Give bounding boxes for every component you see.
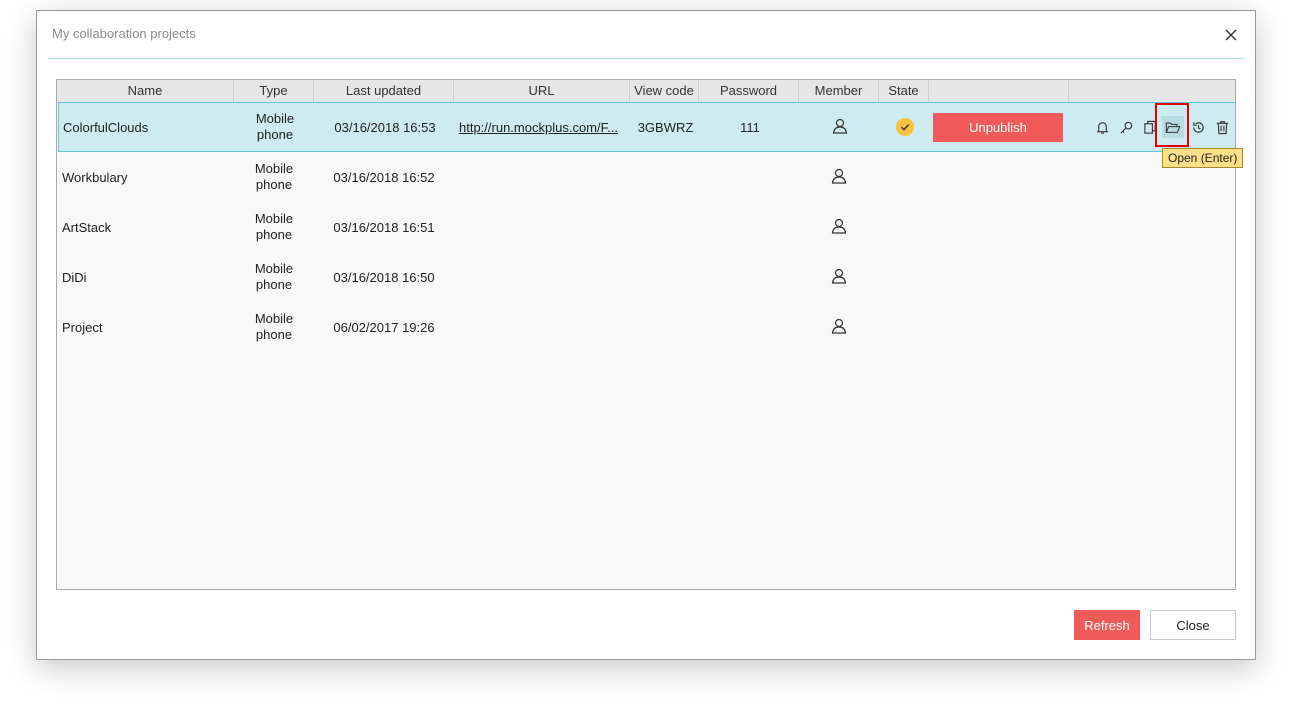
col-view-code[interactable]: View code (630, 80, 699, 102)
col-url[interactable]: URL (454, 80, 630, 102)
col-state[interactable]: State (879, 80, 929, 102)
member-icon[interactable] (831, 168, 847, 187)
table-row[interactable]: Project Mobile phone 06/02/2017 19:26 (57, 302, 1235, 352)
project-name: ColorfulClouds (63, 119, 149, 135)
last-updated: 03/16/2018 16:52 (333, 169, 435, 185)
close-button[interactable]: Close (1150, 610, 1236, 640)
view-code: 3GBWRZ (637, 119, 694, 135)
projects-table: Name Type Last updated URL View code Pas… (56, 79, 1236, 590)
member-icon[interactable] (832, 118, 848, 137)
dialog-title: My collaboration projects (52, 26, 196, 41)
open-tooltip: Open (Enter) (1162, 148, 1244, 168)
project-type: Mobile phone (255, 111, 295, 142)
collaboration-dialog: My collaboration projects Name Type Last… (36, 10, 1256, 660)
project-name: DiDi (62, 269, 87, 285)
copy-icon[interactable] (1141, 118, 1159, 136)
table-row[interactable]: DiDi Mobile phone 03/16/2018 16:50 (57, 252, 1235, 302)
project-name: Project (62, 319, 103, 335)
table-header: Name Type Last updated URL View code Pas… (57, 80, 1235, 103)
member-icon[interactable] (831, 268, 847, 287)
table-row[interactable]: ArtStack Mobile phone 03/16/2018 16:51 (57, 202, 1235, 252)
close-icon[interactable] (1221, 25, 1241, 45)
table-row[interactable]: Workbulary Mobile phone 03/16/2018 16:52 (57, 152, 1235, 202)
project-type: Mobile phone (254, 261, 294, 292)
col-tools (1069, 80, 1235, 102)
last-updated: 06/02/2017 19:26 (333, 319, 435, 335)
key-icon[interactable] (1117, 118, 1135, 136)
trash-icon[interactable] (1213, 118, 1231, 136)
member-icon[interactable] (831, 318, 847, 337)
last-updated: 03/16/2018 16:51 (333, 219, 435, 235)
password: 111 (740, 119, 760, 135)
project-type: Mobile phone (254, 311, 294, 342)
col-action (929, 80, 1069, 102)
project-name: ArtStack (62, 219, 112, 235)
unpublish-button[interactable]: Unpublish (933, 113, 1063, 142)
project-type: Mobile phone (254, 161, 294, 192)
last-updated: 03/16/2018 16:53 (334, 119, 436, 135)
folder-open-icon[interactable] (1162, 116, 1184, 138)
project-name: Workbulary (62, 169, 128, 185)
project-url-link[interactable]: http://run.mockplus.com/F... (459, 120, 618, 135)
col-type[interactable]: Type (234, 80, 314, 102)
col-password[interactable]: Password (699, 80, 799, 102)
published-check-icon (896, 118, 914, 136)
col-last-updated[interactable]: Last updated (314, 80, 454, 102)
project-type: Mobile phone (254, 211, 294, 242)
bell-icon[interactable] (1093, 118, 1111, 136)
col-member[interactable]: Member (799, 80, 879, 102)
last-updated: 03/16/2018 16:50 (333, 269, 435, 285)
title-divider (48, 58, 1244, 59)
table-row[interactable]: ColorfulClouds Mobile phone 03/16/2018 16… (58, 102, 1235, 152)
col-name[interactable]: Name (57, 80, 234, 102)
member-icon[interactable] (831, 218, 847, 237)
refresh-button[interactable]: Refresh (1074, 610, 1140, 640)
history-icon[interactable] (1189, 118, 1207, 136)
